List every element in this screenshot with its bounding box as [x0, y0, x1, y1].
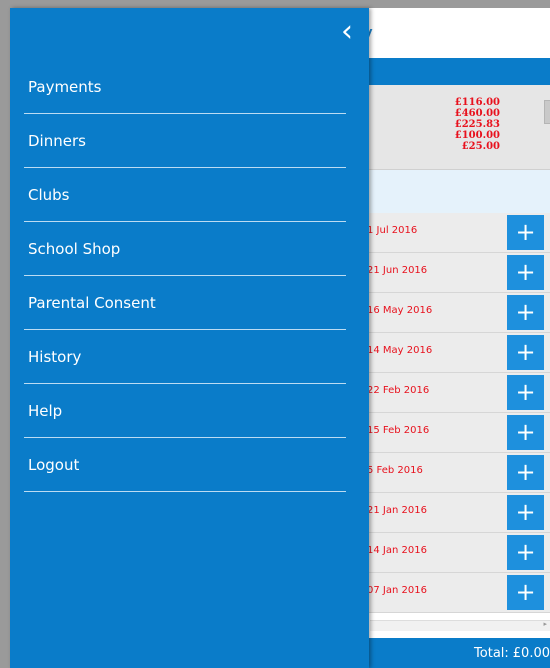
row-date: 14 May 2016: [367, 345, 433, 356]
navigation-drawer: ‹ Payments Dinners Clubs School Shop Par…: [10, 8, 369, 668]
add-icon[interactable]: +: [507, 535, 544, 570]
add-icon[interactable]: +: [507, 415, 544, 450]
row-date: 22 Feb 2016: [367, 385, 430, 396]
row-date: 07 Jan 2016: [367, 585, 427, 596]
balance-amount: £225.83: [454, 119, 500, 130]
row-date: 15 Feb 2016: [367, 425, 430, 436]
add-icon[interactable]: +: [507, 255, 544, 290]
add-icon[interactable]: +: [507, 295, 544, 330]
row-date: 16 May 2016: [367, 305, 433, 316]
menu-item-parental-consent[interactable]: Parental Consent: [24, 276, 346, 330]
menu-item-logout[interactable]: Logout: [24, 438, 346, 492]
menu-item-history[interactable]: History: [24, 330, 346, 384]
drawer-menu: Payments Dinners Clubs School Shop Paren…: [24, 60, 346, 492]
menu-item-school-shop[interactable]: School Shop: [24, 222, 346, 276]
row-date: 5 Feb 2016: [367, 465, 423, 476]
close-drawer-icon[interactable]: ‹: [332, 14, 362, 50]
balance-amount: £460.00: [454, 108, 500, 119]
add-icon[interactable]: +: [507, 455, 544, 490]
total-display: Total: £0.00: [474, 646, 550, 661]
total-label: Total:: [474, 646, 509, 661]
summary-scrollbar[interactable]: [544, 100, 550, 124]
row-date: 1 Jul 2016: [367, 225, 418, 236]
menu-item-payments[interactable]: Payments: [24, 60, 346, 114]
add-icon[interactable]: +: [507, 575, 544, 610]
horizontal-scrollbar[interactable]: ▸: [370, 620, 550, 631]
total-value: £0.00: [512, 646, 550, 661]
scroll-right-icon[interactable]: ▸: [543, 620, 547, 628]
row-date: 21 Jun 2016: [367, 265, 428, 276]
row-date: 14 Jan 2016: [367, 545, 427, 556]
add-icon[interactable]: +: [507, 215, 544, 250]
menu-item-clubs[interactable]: Clubs: [24, 168, 346, 222]
menu-item-dinners[interactable]: Dinners: [24, 114, 346, 168]
balance-amount: £100.00: [454, 130, 500, 141]
add-icon[interactable]: +: [507, 375, 544, 410]
row-date: 21 Jan 2016: [367, 505, 427, 516]
balance-amount: £116.00: [454, 97, 500, 108]
add-icon[interactable]: +: [507, 335, 544, 370]
menu-item-help[interactable]: Help: [24, 384, 346, 438]
balance-amount: £25.00: [461, 141, 500, 152]
add-icon[interactable]: +: [507, 495, 544, 530]
